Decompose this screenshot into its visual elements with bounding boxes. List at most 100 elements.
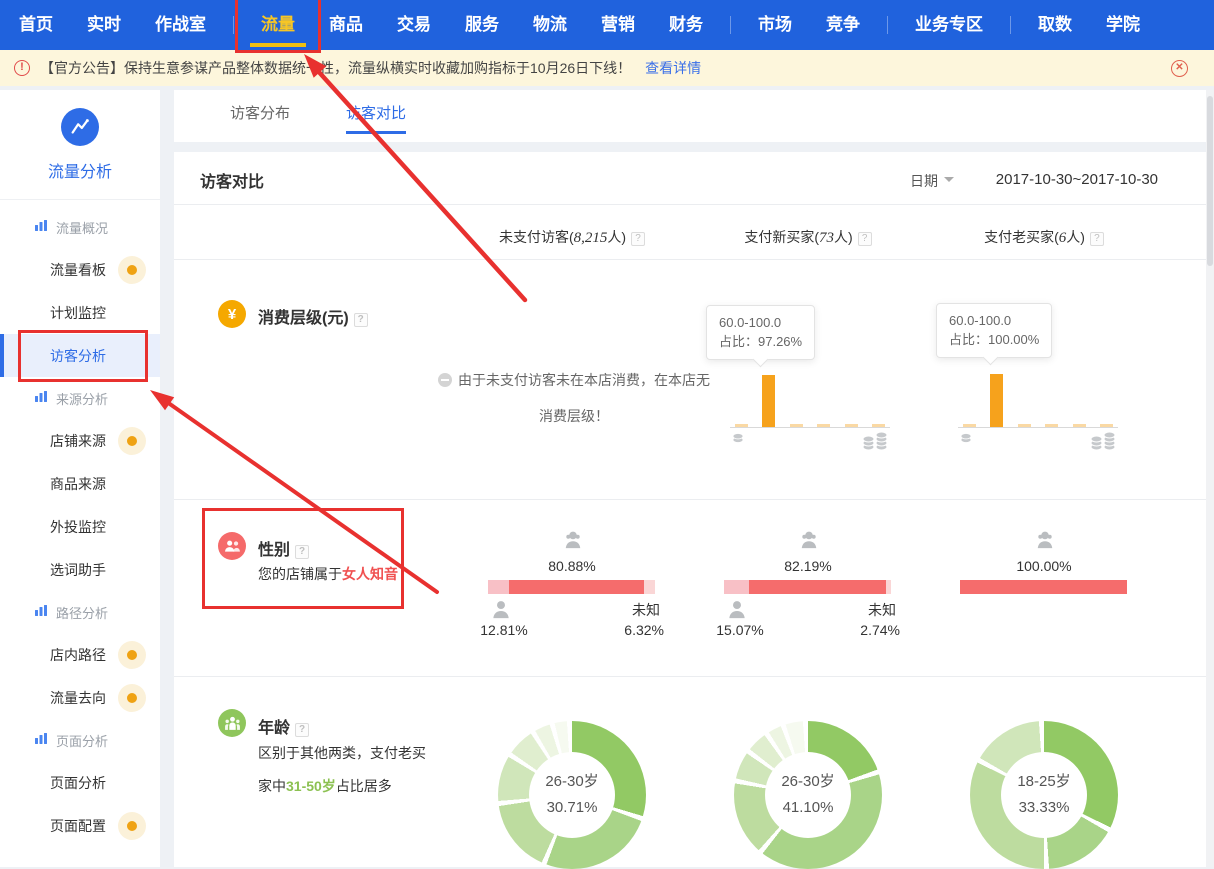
close-icon[interactable]: ✕	[1171, 60, 1188, 77]
consumption-section-title: 消费层级(元)?	[258, 304, 368, 328]
sidebar-group-label: 路径分析	[56, 603, 108, 622]
nav-item-学院[interactable]: 学院	[1089, 0, 1157, 50]
age-donut-chart[interactable]: 18-25岁33.33%	[970, 721, 1118, 869]
nav-item-商品[interactable]: 商品	[312, 0, 380, 50]
bar-segment[interactable]	[790, 424, 803, 427]
panel-header: 访客对比 日期 2017-10-30~2017-10-30	[174, 152, 1206, 205]
bar-segment[interactable]	[762, 375, 775, 427]
gender-people-icon	[218, 532, 246, 560]
help-icon[interactable]: ?	[295, 723, 309, 737]
unknown-bar-segment	[644, 580, 655, 594]
nav-item-服务[interactable]: 服务	[448, 0, 516, 50]
nav-item-取数[interactable]: 取数	[1021, 0, 1089, 50]
consumption-tooltip: 60.0-100.0占比：97.26%	[706, 305, 815, 360]
sidebar-item-外投监控[interactable]: 外投监控	[0, 505, 160, 548]
nav-item-作战室[interactable]: 作战室	[138, 0, 223, 50]
sidebar-item-店铺来源[interactable]: 店铺来源	[0, 419, 160, 462]
bar-segment[interactable]	[735, 424, 748, 427]
bar-segment[interactable]	[1073, 424, 1086, 427]
bar-segment[interactable]	[963, 424, 976, 427]
help-icon[interactable]: ?	[354, 313, 368, 327]
age-section-desc: 区别于其他两类，支付老买 家中31-50岁占比居多	[258, 737, 433, 803]
sidebar-item-页面分析[interactable]: 页面分析	[0, 761, 160, 804]
nav-item-首页[interactable]: 首页	[2, 0, 70, 50]
tooltip-range: 60.0-100.0	[719, 313, 802, 332]
top-nav: 首页实时作战室流量商品交易服务物流营销财务市场竞争 业务专区 取数学院	[0, 0, 1214, 50]
female-bar-segment	[509, 580, 644, 594]
female-percent: 100.00%	[926, 558, 1162, 574]
notification-dot	[118, 256, 146, 284]
nav-item-label: 业务专区	[915, 15, 983, 34]
announcement-detail-link[interactable]: 查看详情	[645, 58, 701, 78]
male-icon	[726, 600, 748, 624]
age-chart-column: 26-30岁30.71%	[454, 677, 690, 869]
bar-segment[interactable]	[1045, 424, 1058, 427]
segment-column-headers: 未支付访客(8,215人)?支付新买家(73人)?支付老买家(6人)?	[174, 205, 1206, 260]
sidebar-item-店内路径[interactable]: 店内路径	[0, 633, 160, 676]
scrollbar-thumb[interactable]	[1207, 96, 1213, 266]
consumption-tooltip: 60.0-100.0占比：100.00%	[936, 303, 1052, 358]
bars	[730, 365, 890, 428]
dot-icon	[127, 693, 137, 703]
tab-访客对比[interactable]: 访客对比	[346, 90, 406, 142]
male-percent: 12.81%	[464, 622, 544, 638]
consumption-level-section: ¥ 消费层级(元)? 由于未支付访客未在本店消费，在本店无 消费层级！ 60.0…	[174, 260, 1206, 500]
sidebar-group-label: 流量概况	[56, 218, 108, 237]
nav-item-财务[interactable]: 财务	[652, 0, 720, 50]
sidebar-item-label: 店内路径	[50, 645, 106, 665]
sidebar-group-来源分析: 来源分析	[0, 377, 160, 419]
nav-item-label: 学院	[1106, 15, 1140, 34]
bar-segment[interactable]	[1100, 424, 1113, 427]
gender-stacked-bar[interactable]	[488, 580, 655, 594]
nav-divider	[887, 16, 888, 34]
dot-icon	[127, 436, 137, 446]
nav-item-流量[interactable]: 流量	[244, 0, 312, 50]
date-filter-dropdown[interactable]: 日期	[910, 171, 954, 191]
sidebar-item-计划监控[interactable]: 计划监控	[0, 291, 160, 334]
sidebar-group-label: 来源分析	[56, 389, 108, 408]
donut-center-label: 26-30岁41.10%	[765, 752, 851, 838]
female-icon	[1034, 530, 1056, 554]
help-icon[interactable]: ?	[295, 545, 309, 559]
nav-divider	[233, 16, 234, 34]
dot-icon	[127, 821, 137, 831]
sidebar-item-label: 外投监控	[50, 517, 106, 537]
bar-segment[interactable]	[845, 424, 858, 427]
gender-stacked-bar[interactable]	[960, 580, 1127, 594]
scrollbar[interactable]	[1206, 90, 1214, 867]
nav-item-物流[interactable]: 物流	[516, 0, 584, 50]
nav-item-竞争[interactable]: 竞争	[809, 0, 877, 50]
sidebar-item-label: 选词助手	[50, 560, 106, 580]
unknown-label: 未知	[868, 600, 896, 620]
male-percent: 15.07%	[700, 622, 780, 638]
consumption-bar-chart	[958, 365, 1118, 449]
sidebar-item-商品来源[interactable]: 商品来源	[0, 462, 160, 505]
category-icon	[34, 604, 56, 620]
nav-item-实时[interactable]: 实时	[70, 0, 138, 50]
nav-item-label: 交易	[397, 15, 431, 34]
donut-top-age-percent: 33.33%	[1019, 795, 1070, 821]
sidebar-item-选词助手[interactable]: 选词助手	[0, 548, 160, 591]
bar-segment[interactable]	[872, 424, 885, 427]
bar-segment[interactable]	[817, 424, 830, 427]
sidebar-item-访客分析[interactable]: 访客分析	[0, 334, 160, 377]
help-icon[interactable]: ?	[1090, 232, 1104, 246]
nav-item-业务专区[interactable]: 业务专区	[898, 0, 1000, 50]
gender-stacked-bar[interactable]	[724, 580, 891, 594]
nav-item-市场[interactable]: 市场	[741, 0, 809, 50]
bar-segment[interactable]	[990, 374, 1003, 427]
nav-item-交易[interactable]: 交易	[380, 0, 448, 50]
bar-segment[interactable]	[1018, 424, 1031, 427]
age-donut-chart[interactable]: 26-30岁30.71%	[498, 721, 646, 869]
help-icon[interactable]: ?	[858, 232, 872, 246]
age-donut-chart[interactable]: 26-30岁41.10%	[734, 721, 882, 869]
nav-divider	[730, 16, 731, 34]
nav-item-营销[interactable]: 营销	[584, 0, 652, 50]
donut-top-age-range: 26-30岁	[781, 769, 834, 795]
sidebar-item-流量看板[interactable]: 流量看板	[0, 248, 160, 291]
sidebar-item-页面配置[interactable]: 页面配置	[0, 804, 160, 847]
help-icon[interactable]: ?	[631, 232, 645, 246]
sidebar-item-流量去向[interactable]: 流量去向	[0, 676, 160, 719]
tab-访客分布[interactable]: 访客分布	[230, 90, 290, 142]
donut-top-age-percent: 30.71%	[547, 795, 598, 821]
